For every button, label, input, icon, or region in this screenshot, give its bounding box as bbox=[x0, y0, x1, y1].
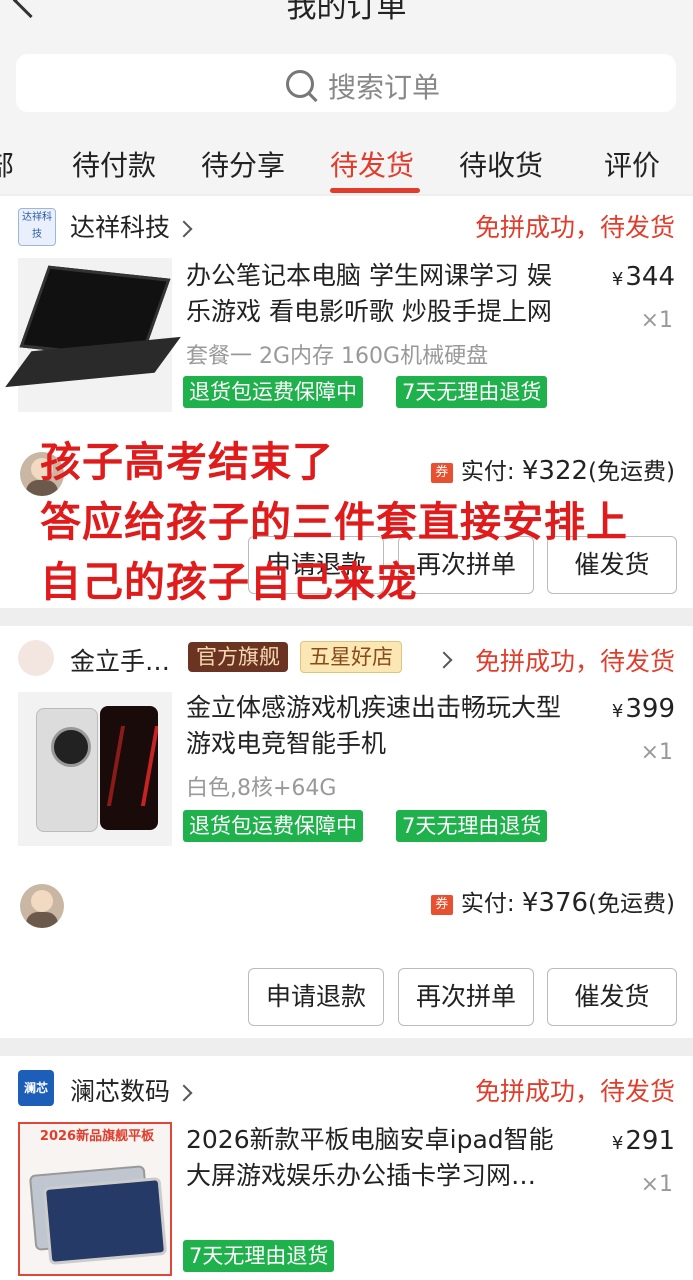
shop-name[interactable]: 澜芯数码 bbox=[70, 1072, 193, 1108]
shop-logo bbox=[18, 640, 54, 676]
product-title[interactable]: 2026新款平板电脑安卓ipad智能大屏游戏娱乐办公插卡学习网… bbox=[186, 1122, 576, 1194]
search-input[interactable]: 搜索订单 bbox=[16, 54, 676, 112]
tab-pending-payment[interactable]: 待付款 bbox=[72, 144, 156, 184]
paid-amount: 券实付: ¥322(免运费) bbox=[430, 452, 675, 486]
tab-all[interactable]: 部 bbox=[0, 144, 14, 184]
avatar bbox=[20, 884, 64, 928]
shop-logo: 达祥科技 bbox=[18, 208, 56, 246]
product-title[interactable]: 金立体感游戏机疾速出击畅玩大型游戏电竞智能手机 bbox=[186, 690, 576, 762]
paid-amount: 券实付: ¥376(免运费) bbox=[430, 884, 675, 918]
overlay-caption-line: 孩子高考结束了 bbox=[40, 438, 334, 486]
coupon-icon: 券 bbox=[430, 894, 453, 915]
overlay-caption-line: 自己的孩子自己来宠 bbox=[40, 558, 418, 606]
urge-shipment-button[interactable]: 催发货 bbox=[547, 968, 677, 1026]
top-bar: 我的订单 bbox=[0, 0, 693, 40]
phone-back-image bbox=[36, 708, 98, 832]
product-image[interactable] bbox=[5, 258, 181, 412]
shop-name[interactable]: 金立手… bbox=[70, 642, 170, 678]
seven-day-return-tag: 7天无理由退货 bbox=[396, 810, 548, 842]
thumb-header-text: 2026新品旗舰平板 bbox=[39, 1129, 155, 1144]
paid-note: (免运费) bbox=[588, 459, 675, 485]
order-status: 免拼成功，待发货 bbox=[474, 1077, 675, 1106]
price-value: 344 bbox=[625, 262, 675, 292]
page-title: 我的订单 bbox=[286, 0, 407, 25]
currency-symbol: ¥ bbox=[611, 701, 624, 722]
return-shipping-tag: 退货包运费保障中 bbox=[183, 376, 363, 408]
currency-symbol: ¥ bbox=[611, 269, 624, 290]
tablet-front-image bbox=[42, 1177, 168, 1265]
seven-day-return-tag: 7天无理由退货 bbox=[396, 376, 548, 408]
search-icon bbox=[286, 70, 314, 98]
product-price: ¥399 bbox=[612, 694, 675, 724]
product-price: ¥344 bbox=[612, 262, 675, 292]
tab-pending-receipt[interactable]: 待收货 bbox=[459, 144, 543, 184]
reorder-button[interactable]: 再次拼单 bbox=[398, 968, 534, 1026]
price-value: 291 bbox=[625, 1126, 675, 1156]
chevron-right-icon bbox=[175, 1084, 193, 1102]
product-quantity: ×1 bbox=[640, 308, 673, 333]
product-price: ¥291 bbox=[612, 1126, 675, 1156]
shop-name-text: 澜芯数码 bbox=[70, 1077, 171, 1106]
order-tabs: 部 待付款 待分享 待发货 待收货 评价 bbox=[0, 130, 693, 194]
active-tab-indicator bbox=[330, 188, 420, 193]
product-image[interactable]: 2026新品旗舰平板 bbox=[18, 1122, 172, 1276]
shop-name-text: 达祥科技 bbox=[70, 213, 171, 242]
phone-front-image bbox=[100, 706, 158, 830]
overlay-caption-line: 答应给孩子的三件套直接安排上 bbox=[40, 498, 628, 546]
refund-button[interactable]: 申请退款 bbox=[248, 968, 384, 1026]
product-quantity: ×1 bbox=[640, 740, 673, 765]
chevron-right-icon bbox=[175, 220, 193, 238]
paid-note: (免运费) bbox=[588, 891, 675, 917]
chevron-right-icon[interactable] bbox=[435, 651, 453, 669]
product-spec: 白色,8核+64G bbox=[186, 776, 337, 801]
shop-logo: 澜芯 bbox=[18, 1070, 54, 1106]
currency-symbol: ¥ bbox=[611, 1133, 624, 1154]
camera-module bbox=[51, 727, 91, 767]
product-spec: 套餐一 2G内存 160G机械硬盘 bbox=[186, 344, 489, 369]
order-card: 澜芯 澜芯数码 免拼成功，待发货 2026新品旗舰平板 2026新款平板电脑安卓… bbox=[0, 1056, 693, 1280]
tab-pending-shipment[interactable]: 待发货 bbox=[330, 144, 414, 184]
coupon-icon: 券 bbox=[430, 462, 453, 483]
return-shipping-tag: 退货包运费保障中 bbox=[183, 810, 363, 842]
shop-name[interactable]: 达祥科技 bbox=[70, 208, 193, 244]
tab-pending-share[interactable]: 待分享 bbox=[201, 144, 285, 184]
paid-label: 实付: bbox=[460, 459, 515, 485]
order-card: 金立手… 官方旗舰 五星好店 免拼成功，待发货 金立体感游戏机疾速出击畅玩大型游… bbox=[0, 626, 693, 1038]
tab-review[interactable]: 评价 bbox=[604, 144, 660, 184]
paid-label: 实付: bbox=[460, 891, 515, 917]
product-title[interactable]: 办公笔记本电脑 学生网课学习 娱乐游戏 看电影听歌 炒股手提上网 bbox=[186, 258, 576, 330]
price-value: 399 bbox=[625, 694, 675, 724]
product-image[interactable] bbox=[18, 692, 172, 846]
order-status: 免拼成功，待发货 bbox=[474, 213, 675, 242]
paid-value: ¥376 bbox=[521, 888, 589, 918]
search-area: 搜索订单 bbox=[0, 40, 693, 130]
paid-value: ¥322 bbox=[521, 456, 589, 486]
order-status: 免拼成功，待发货 bbox=[474, 647, 675, 676]
five-star-shop-badge: 五星好店 bbox=[300, 641, 402, 673]
product-quantity: ×1 bbox=[640, 1172, 673, 1197]
seven-day-return-tag: 7天无理由退货 bbox=[183, 1240, 335, 1272]
search-placeholder: 搜索订单 bbox=[328, 71, 441, 104]
official-flagship-badge: 官方旗舰 bbox=[188, 642, 288, 672]
